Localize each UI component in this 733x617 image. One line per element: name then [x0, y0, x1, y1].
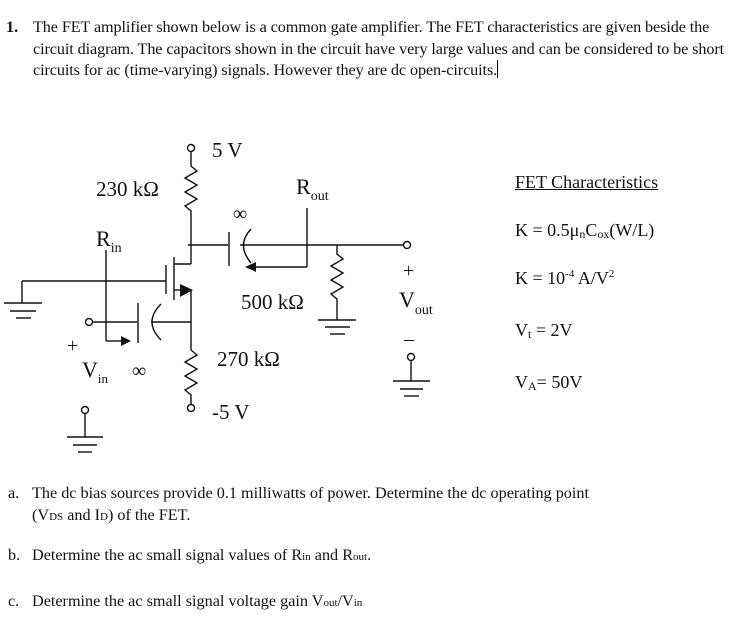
- vin-terminal: [84, 317, 94, 327]
- rin-label: Rin: [96, 226, 122, 256]
- r-load-resistor: [329, 245, 345, 320]
- vdd-terminal: [186, 143, 196, 153]
- vin-plus: +: [67, 335, 78, 357]
- r-drain-label: 230 kΩ: [96, 177, 159, 201]
- vdd-label: 5 V: [212, 138, 243, 162]
- rout-arrow: [245, 262, 256, 272]
- rin-arrow: [121, 336, 131, 346]
- threshold-voltage: Vt = 2V: [515, 320, 573, 341]
- vout-label: Vout: [399, 287, 433, 318]
- vout-ground-terminal: [406, 352, 416, 362]
- k-value: K = 10-4 A/V2: [515, 268, 615, 288]
- problem-number: 1.: [6, 18, 19, 36]
- r-drain-resistor: [183, 152, 199, 245]
- text-cursor: [497, 60, 499, 78]
- rout-label: Rout: [296, 174, 329, 204]
- r-source-label: 270 kΩ: [217, 347, 280, 371]
- cap-out-plate-curved: [242, 228, 252, 264]
- r-load-label: 500 kΩ: [241, 290, 304, 314]
- vout-minus: –: [403, 328, 415, 350]
- vout-terminal: [402, 240, 412, 250]
- vss-label: -5 V: [212, 400, 250, 424]
- question-b: b. Determine the ac small signal values …: [8, 546, 372, 564]
- vin-label: Vin: [82, 357, 109, 386]
- circuit-diagram: 5 V 230 kΩ ∞ ∞ 500 kΩ 270 kΩ -5 V Rout R…: [4, 138, 433, 453]
- cap-out-value: ∞: [233, 203, 247, 225]
- early-voltage: VA= 50V: [515, 372, 583, 393]
- vout-plus: +: [403, 260, 414, 282]
- question-c: c. Determine the ac small signal voltage…: [8, 592, 363, 610]
- fet-characteristics-title: FET Characteristics: [515, 172, 659, 192]
- r-source-resistor: [183, 349, 199, 404]
- problem-intro-text: The FET amplifier shown below is a commo…: [33, 18, 725, 79]
- vin-ground-terminal: [80, 405, 90, 415]
- question-a: a. The dc bias sources provide 0.1 milli…: [8, 484, 589, 524]
- problem-statement: 1. The FET amplifier shown below is a co…: [6, 17, 728, 82]
- cap-in-value: ∞: [132, 360, 146, 382]
- vss-terminal: [186, 403, 196, 413]
- k-formula: K = 0.5μnCox(W/L): [515, 220, 655, 241]
